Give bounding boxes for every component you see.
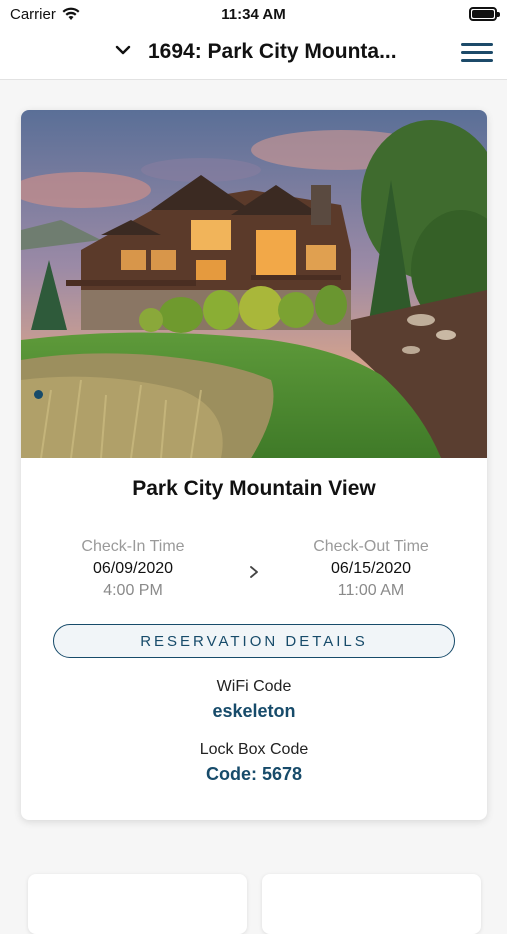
check-out-time: 11:00 AM — [337, 582, 405, 599]
status-left: Carrier — [10, 6, 80, 23]
quick-action-card[interactable] — [262, 874, 481, 934]
stay-times: Check-In Time 06/09/2020 4:00 PM Check-O… — [21, 536, 487, 606]
check-out: Check-Out Time 06/15/2020 11:00 AM — [281, 536, 461, 602]
check-in-time: 4:00 PM — [103, 582, 163, 599]
check-in-date: 06/09/2020 — [92, 560, 174, 577]
check-out-label: Check-Out Time — [313, 538, 429, 555]
wifi-code: eskeleton — [212, 701, 296, 721]
lockbox-label: Lock Box Code — [199, 741, 309, 758]
wifi-label: WiFi Code — [216, 678, 292, 695]
lockbox-code: Code: 5678 — [205, 764, 303, 784]
wifi-icon — [62, 7, 80, 20]
chevron-down-icon[interactable] — [113, 40, 133, 60]
battery-icon — [469, 7, 500, 21]
chevron-right-icon — [250, 566, 258, 578]
property-photo-image — [21, 110, 487, 458]
quick-action-card[interactable] — [28, 874, 247, 934]
check-out-date: 06/15/2020 — [330, 560, 412, 577]
reservation-details-button[interactable]: RESERVATION DETAILS — [53, 624, 455, 658]
nav-bar: 1694: Park City Mounta... — [0, 28, 507, 80]
lockbox-info: Lock Box Code Code: 5678 — [21, 739, 487, 787]
status-bar: Carrier 11:34 AM — [0, 0, 507, 28]
carrier-label: Carrier — [10, 5, 56, 23]
clock: 11:34 AM — [221, 5, 286, 23]
check-in-label: Check-In Time — [81, 538, 185, 555]
check-in: Check-In Time 06/09/2020 4:00 PM — [43, 536, 223, 602]
property-name: Park City Mountain View — [132, 477, 376, 500]
hamburger-menu-icon[interactable] — [461, 43, 493, 65]
page-title[interactable]: 1694: Park City Mounta... — [148, 40, 397, 64]
reservation-card: Park City Mountain View Check-In Time 06… — [21, 110, 487, 820]
wifi-info: WiFi Code eskeleton — [21, 676, 487, 724]
carousel-indicator[interactable] — [34, 390, 43, 399]
property-photo[interactable] — [21, 110, 487, 458]
